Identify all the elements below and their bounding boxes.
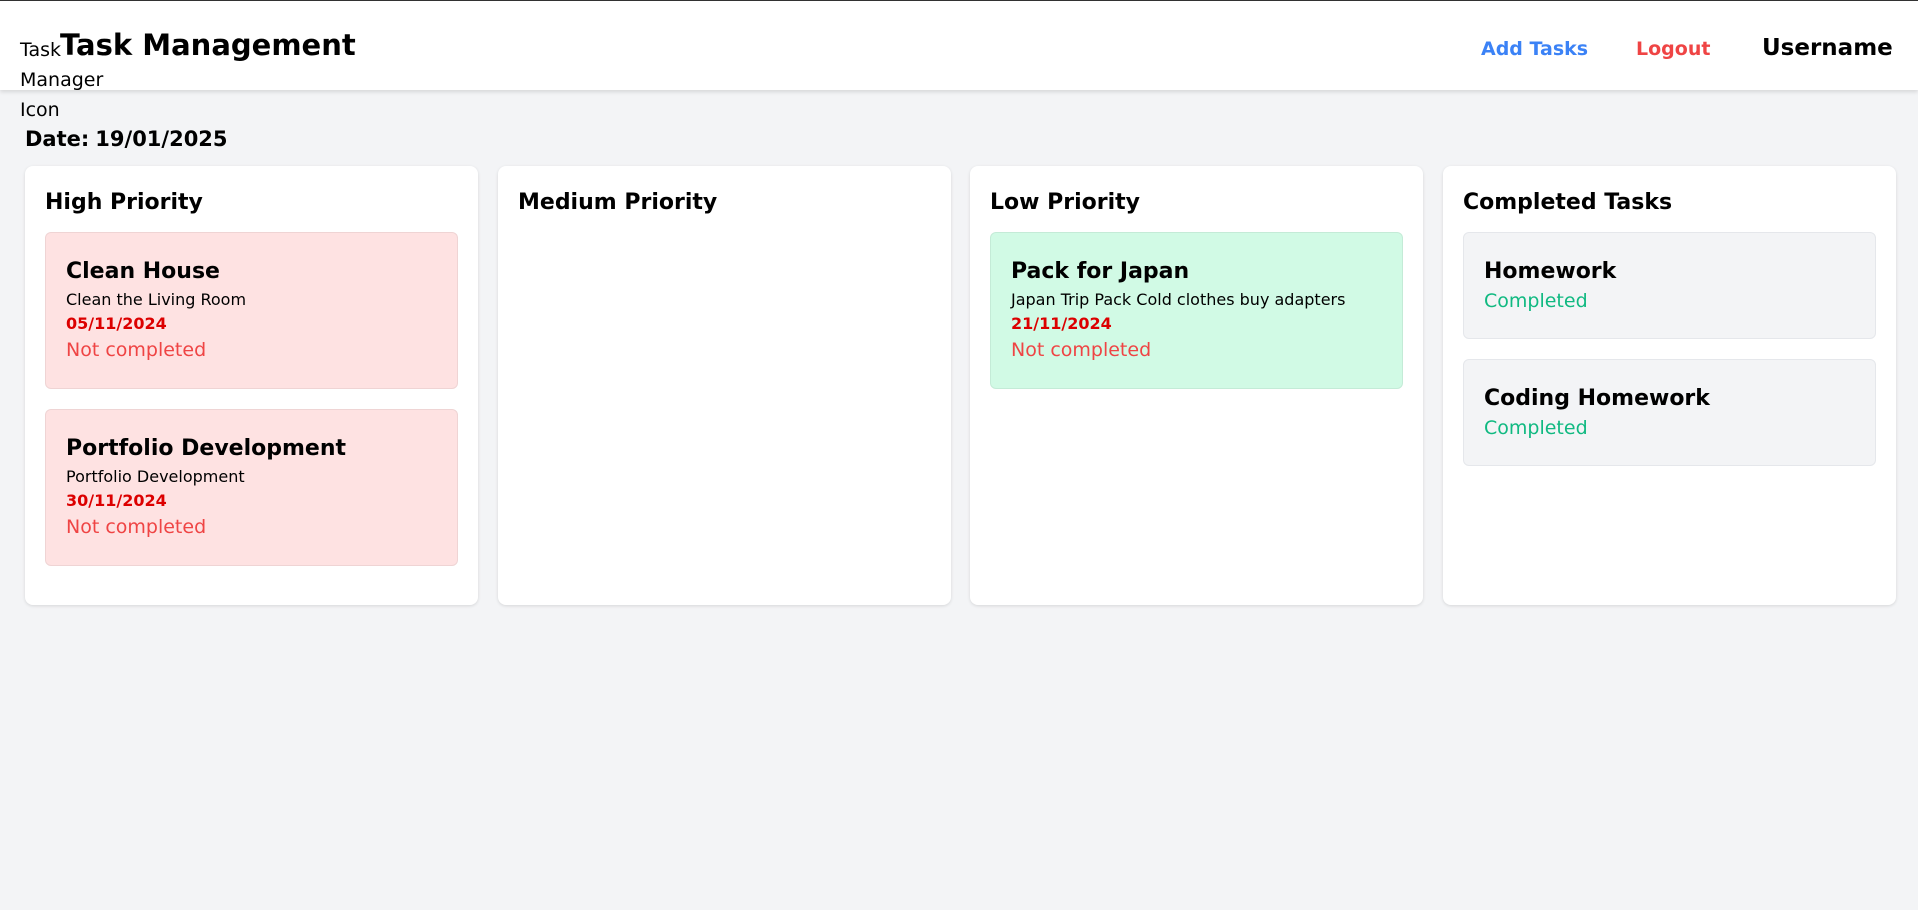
task-status: Not completed: [66, 516, 207, 538]
task-description: Portfolio Development: [66, 467, 245, 486]
task-description: Clean the Living Room: [66, 290, 247, 309]
task-status: Completed: [1484, 290, 1588, 312]
task-card[interactable]: Coding Homework Completed: [1463, 359, 1876, 466]
date-label: Date:: [25, 127, 90, 151]
task-title: Pack for Japan: [1011, 259, 1190, 284]
task-card[interactable]: Homework Completed: [1463, 232, 1876, 339]
current-date: Date: 19/01/2025: [25, 127, 228, 151]
column-completed-tasks: Completed Tasks Homework Completed Codin…: [1443, 166, 1896, 605]
logo-icon: Task Manager Icon: [20, 39, 104, 121]
logout-link[interactable]: Logout: [1636, 38, 1710, 60]
task-due-date: 30/11/2024: [66, 491, 167, 510]
column-title: Completed Tasks: [1463, 190, 1673, 215]
task-card[interactable]: Pack for Japan Japan Trip Pack Cold clot…: [990, 232, 1403, 389]
add-tasks-link[interactable]: Add Tasks: [1481, 38, 1588, 60]
task-due-date: 05/11/2024: [66, 314, 167, 333]
column-high-priority: High Priority Clean House Clean the Livi…: [25, 166, 478, 605]
column-low-priority: Low Priority Pack for Japan Japan Trip P…: [970, 166, 1423, 605]
task-status: Not completed: [1011, 339, 1152, 361]
task-status: Completed: [1484, 417, 1588, 439]
task-due-date: 21/11/2024: [1011, 314, 1112, 333]
task-title: Homework: [1484, 259, 1617, 284]
task-description: Japan Trip Pack Cold clothes buy adapter…: [1011, 290, 1346, 309]
column-title: Low Priority: [990, 190, 1140, 215]
task-status: Not completed: [66, 339, 207, 361]
task-title: Clean House: [66, 259, 220, 284]
task-title: Coding Homework: [1484, 386, 1710, 411]
column-title: Medium Priority: [518, 190, 718, 215]
username-label: Username: [1762, 35, 1893, 61]
task-card[interactable]: Clean House Clean the Living Room 05/11/…: [45, 232, 458, 389]
task-title: Portfolio Development: [66, 436, 347, 461]
column-title: High Priority: [45, 190, 203, 215]
task-card[interactable]: Portfolio Development Portfolio Developm…: [45, 409, 458, 566]
page-title: Task Management: [60, 28, 356, 62]
date-value: 19/01/2025: [95, 127, 228, 151]
column-medium-priority: Medium Priority: [498, 166, 951, 605]
